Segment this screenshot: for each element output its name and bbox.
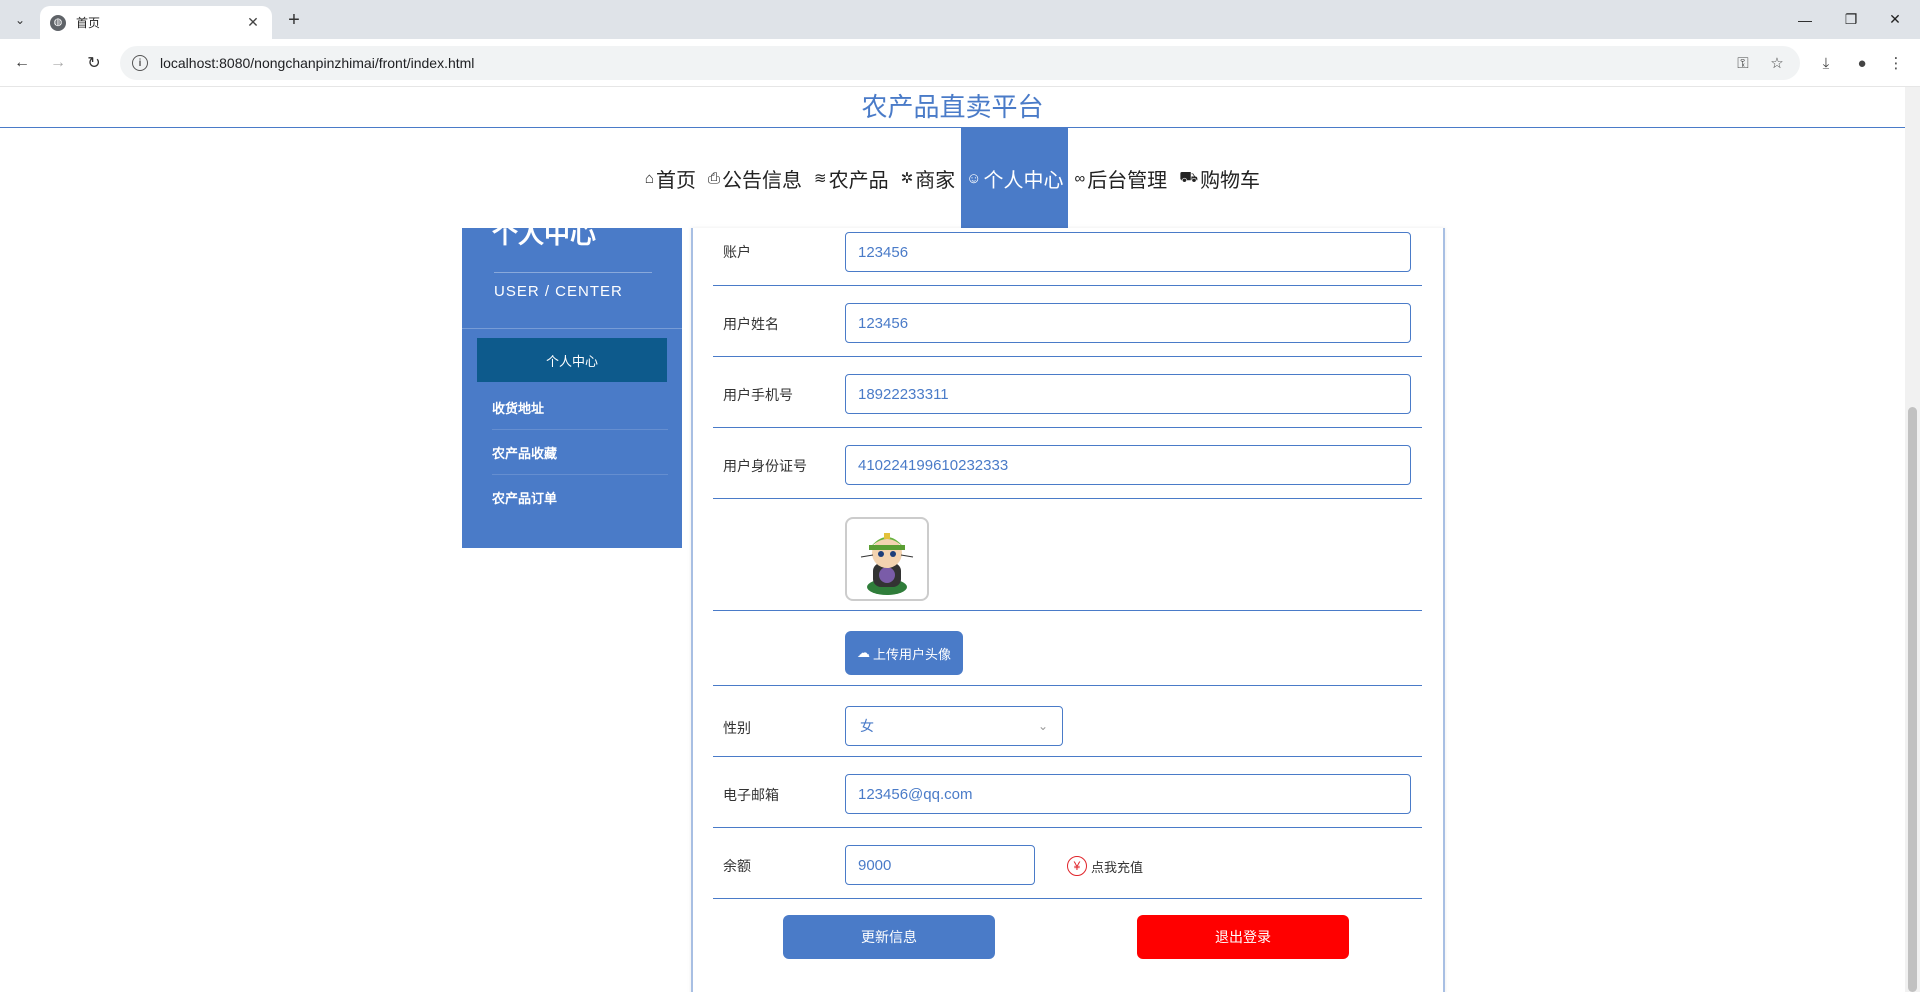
phone-label: 用户手机号 — [723, 387, 793, 403]
sidebar-subtitle: USER / CENTER — [494, 272, 652, 300]
nav-label: 后台管理 — [1087, 169, 1168, 192]
home-icon: ⌂ — [644, 169, 654, 187]
user-avatar — [845, 517, 929, 601]
site-info-icon[interactable]: i — [132, 55, 148, 71]
update-info-button[interactable]: 更新信息 — [783, 915, 995, 959]
upload-avatar-label: 上传用户头像 — [872, 646, 951, 662]
gender-select[interactable]: 女 ⌄ — [845, 706, 1063, 746]
site-title: 农产品直卖平台 — [861, 92, 1044, 122]
yen-icon: ¥ — [1067, 856, 1087, 876]
recharge-label: 点我充值 — [1091, 859, 1144, 875]
download-icon[interactable]: ⤓ — [1813, 46, 1839, 80]
nav-merchant[interactable]: ✲ 商家 — [895, 128, 962, 228]
user-icon: ☺ — [966, 169, 982, 187]
form-row-avatar — [713, 499, 1422, 611]
nav-notice[interactable]: ⎙ 公告信息 — [702, 128, 808, 228]
sidebar-item-orders[interactable]: 农产品订单 — [492, 475, 668, 520]
email-input[interactable] — [845, 774, 1411, 814]
form-row-gender: 性别 女 ⌄ — [713, 686, 1422, 757]
chevron-down-icon: ⌄ — [1037, 719, 1048, 733]
user-info-form: 账户 用户姓名 用户手机号 用户身份证号 — [691, 228, 1445, 992]
form-row-balance: 余额 ¥ 点我充值 — [713, 828, 1422, 899]
main-nav: ⌂ 首页 ⎙ 公告信息 ≋ 农产品 ✲ 商家 ☺ 个人中心 ∞ 后台管理 ⛟ 购… — [0, 128, 1905, 228]
url-text: localhost:8080/nongchanpinzhimai/front/i… — [160, 55, 475, 71]
nav-home[interactable]: ⌂ 首页 — [639, 128, 702, 228]
nav-cart[interactable]: ⛟ 购物车 — [1173, 128, 1266, 228]
cloud-upload-icon: ☁ — [856, 645, 870, 660]
address-bar[interactable]: i localhost:8080/nongchanpinzhimai/front… — [120, 46, 1800, 80]
password-key-icon[interactable]: ⚿ — [1730, 46, 1756, 80]
tab-title: 首页 — [76, 16, 101, 30]
sidebar-title: 个人中心 — [492, 219, 597, 249]
idcard-input[interactable] — [845, 445, 1411, 485]
balance-input[interactable] — [845, 845, 1035, 885]
user-sidebar: 个人中心 USER / CENTER 个人中心 收货地址 农产品收藏 农产品订单 — [462, 219, 682, 548]
sidebar-item-address[interactable]: 收货地址 — [492, 385, 668, 430]
nav-products[interactable]: ≋ 农产品 — [808, 128, 895, 228]
layers-icon: ≋ — [814, 170, 827, 187]
reload-icon[interactable]: ↻ — [82, 51, 106, 75]
notice-icon: ⎙ — [707, 169, 720, 187]
nav-admin[interactable]: ∞ 后台管理 — [1068, 128, 1173, 228]
phone-input[interactable] — [845, 374, 1411, 414]
balance-label: 余额 — [723, 858, 751, 874]
shop-icon: ✲ — [900, 170, 914, 187]
nav-label: 购物车 — [1200, 169, 1261, 192]
sidebar-divider — [462, 328, 682, 329]
page-viewport: 农产品直卖平台 ⌂ 首页 ⎙ 公告信息 ≋ 农产品 ✲ 商家 ☺ 个人中心 ∞ … — [0, 87, 1905, 992]
nav-user-center[interactable]: ☺ 个人中心 — [961, 128, 1069, 228]
sidebar-item-user-center[interactable]: 个人中心 — [477, 338, 667, 382]
logout-button[interactable]: 退出登录 — [1137, 915, 1349, 959]
profile-icon[interactable]: ● — [1849, 46, 1875, 80]
gender-selected-value: 女 — [860, 718, 874, 734]
forward-arrow-icon[interactable]: → — [46, 51, 70, 75]
link-icon: ∞ — [1074, 169, 1086, 187]
account-input[interactable] — [845, 232, 1411, 272]
back-arrow-icon[interactable]: ← — [10, 51, 34, 75]
name-label: 用户姓名 — [723, 316, 779, 332]
browser-toolbar: ← → ↻ i localhost:8080/nongchanpinzhimai… — [0, 39, 1920, 87]
form-row-email: 电子邮箱 — [713, 757, 1422, 828]
globe-icon: ◍ — [50, 14, 66, 31]
form-row-phone: 用户手机号 — [713, 357, 1422, 428]
browser-tabbar: ⌄ ◍ 首页 ✕ + — ❐ ✕ — [0, 0, 1920, 39]
upload-avatar-button[interactable]: ☁ 上传用户头像 — [845, 631, 963, 675]
form-row-upload: ☁ 上传用户头像 — [713, 611, 1422, 686]
more-menu-icon[interactable]: ⋮ — [1883, 46, 1909, 80]
form-row-idcard: 用户身份证号 — [713, 428, 1422, 499]
browser-tab[interactable]: ◍ 首页 ✕ — [40, 6, 272, 39]
sidebar-item-favorites[interactable]: 农产品收藏 — [492, 430, 668, 475]
idcard-label: 用户身份证号 — [723, 458, 807, 474]
nav-label: 首页 — [655, 169, 696, 192]
nav-label: 公告信息 — [722, 169, 802, 192]
bookmark-star-icon[interactable]: ☆ — [1764, 46, 1790, 80]
page-scrollbar[interactable] — [1905, 87, 1920, 992]
nav-label: 商家 — [915, 169, 956, 192]
email-label: 电子邮箱 — [723, 787, 779, 803]
recharge-link[interactable]: ¥ 点我充值 — [1067, 856, 1143, 876]
account-label: 账户 — [723, 244, 751, 260]
cart-icon: ⛟ — [1179, 168, 1199, 186]
form-row-name: 用户姓名 — [713, 286, 1422, 357]
name-input[interactable] — [845, 303, 1411, 343]
nav-label: 个人中心 — [983, 169, 1064, 192]
new-tab-icon[interactable]: + — [282, 8, 306, 32]
gender-label: 性别 — [723, 720, 751, 736]
tab-close-icon[interactable]: ✕ — [244, 14, 262, 31]
tab-search-chevron-icon[interactable]: ⌄ — [8, 8, 32, 32]
nav-label: 农产品 — [828, 169, 889, 192]
form-row-account: 账户 — [713, 228, 1422, 286]
window-close-icon[interactable]: ✕ — [1866, 0, 1920, 39]
scrollbar-thumb[interactable] — [1908, 407, 1917, 992]
